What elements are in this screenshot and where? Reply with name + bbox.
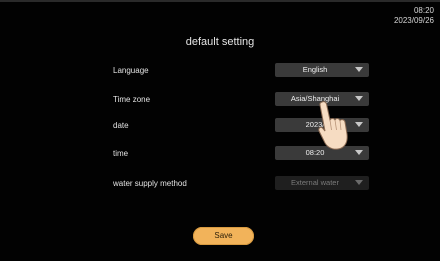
setting-row-language: Language English bbox=[0, 63, 440, 79]
timezone-label: Time zone bbox=[113, 95, 151, 104]
status-clock: 08:20 2023/09/26 bbox=[394, 6, 434, 26]
settings-screen: 08:20 2023/09/26 default setting Languag… bbox=[0, 0, 440, 261]
language-label: Language bbox=[113, 66, 149, 75]
time-label: time bbox=[113, 149, 129, 158]
date-label: date bbox=[113, 121, 129, 130]
chevron-down-icon bbox=[355, 122, 363, 127]
clock-time: 08:20 bbox=[413, 6, 434, 15]
chevron-down-icon bbox=[355, 67, 363, 72]
chevron-down-icon bbox=[355, 180, 363, 185]
setting-row-time: time 08:20 bbox=[0, 146, 440, 162]
language-value: English bbox=[302, 65, 328, 74]
language-select[interactable]: English bbox=[275, 63, 369, 77]
save-button[interactable]: Save bbox=[193, 227, 254, 245]
setting-row-date: date 2023/ bbox=[0, 118, 440, 134]
water-supply-select: External water bbox=[275, 176, 369, 190]
setting-row-water-supply: water supply method External water bbox=[0, 176, 440, 192]
water-supply-value: External water bbox=[291, 178, 339, 187]
hand-pointer-icon bbox=[318, 101, 348, 150]
chevron-down-icon bbox=[355, 150, 363, 155]
clock-date: 2023/09/26 bbox=[393, 16, 434, 25]
chevron-down-icon bbox=[355, 96, 363, 101]
page-title: default setting bbox=[185, 36, 255, 48]
water-supply-label: water supply method bbox=[113, 179, 187, 188]
setting-row-timezone: Time zone Asia/Shanghai bbox=[0, 92, 440, 108]
